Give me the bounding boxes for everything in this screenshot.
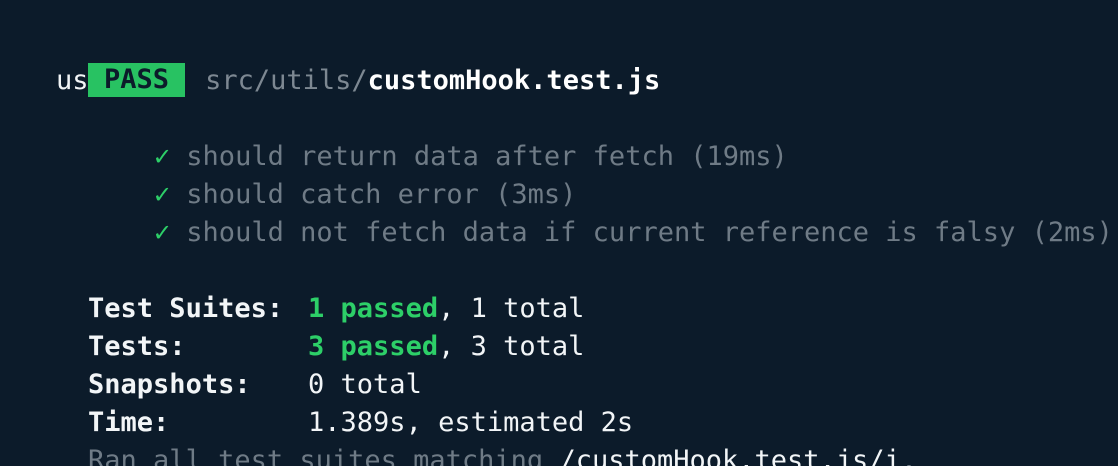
summary-label: Time:	[88, 407, 170, 438]
passed-count: 3 passed	[308, 331, 439, 362]
time-value: 1.389s, estimated 2s	[308, 407, 634, 438]
test-name: should return data after fetch (19ms)	[186, 141, 788, 172]
summary-test-suites: Test Suites: 1 passed, 1 total	[23, 252, 1103, 324]
terminal-output: PASSsrc/utils/customHook.test.js useFetc…	[23, 24, 1113, 466]
check-icon: ✓	[154, 141, 171, 172]
test-result-row: ✓ should return data after fetch (19ms)	[23, 100, 1103, 172]
snapshots-value: 0 total	[308, 369, 422, 400]
test-path-pattern: /customHook.test.js/i	[559, 445, 901, 466]
summary-label: Test Suites:	[88, 293, 284, 324]
check-icon: ✓	[154, 217, 171, 248]
check-icon: ✓	[154, 179, 171, 210]
total-count: , 1 total	[438, 293, 585, 324]
test-file-directory: src/utils/	[205, 65, 368, 96]
passed-count: 1 passed	[308, 293, 439, 324]
ran-all-suffix: .	[900, 445, 918, 466]
test-file-name: customHook.test.js	[367, 65, 661, 96]
test-name: should catch error (3ms)	[186, 179, 577, 210]
test-name: should not fetch data if current referen…	[186, 217, 1113, 248]
total-count: , 3 total	[438, 331, 585, 362]
summary-label: Tests:	[88, 331, 186, 362]
test-file-header: PASS src/utils/customHook.test.js	[23, 24, 1103, 97]
pass-badge: PASS	[88, 62, 186, 97]
ran-all-prefix: Ran all test suites matching	[88, 445, 560, 466]
summary-label: Snapshots:	[88, 369, 251, 400]
